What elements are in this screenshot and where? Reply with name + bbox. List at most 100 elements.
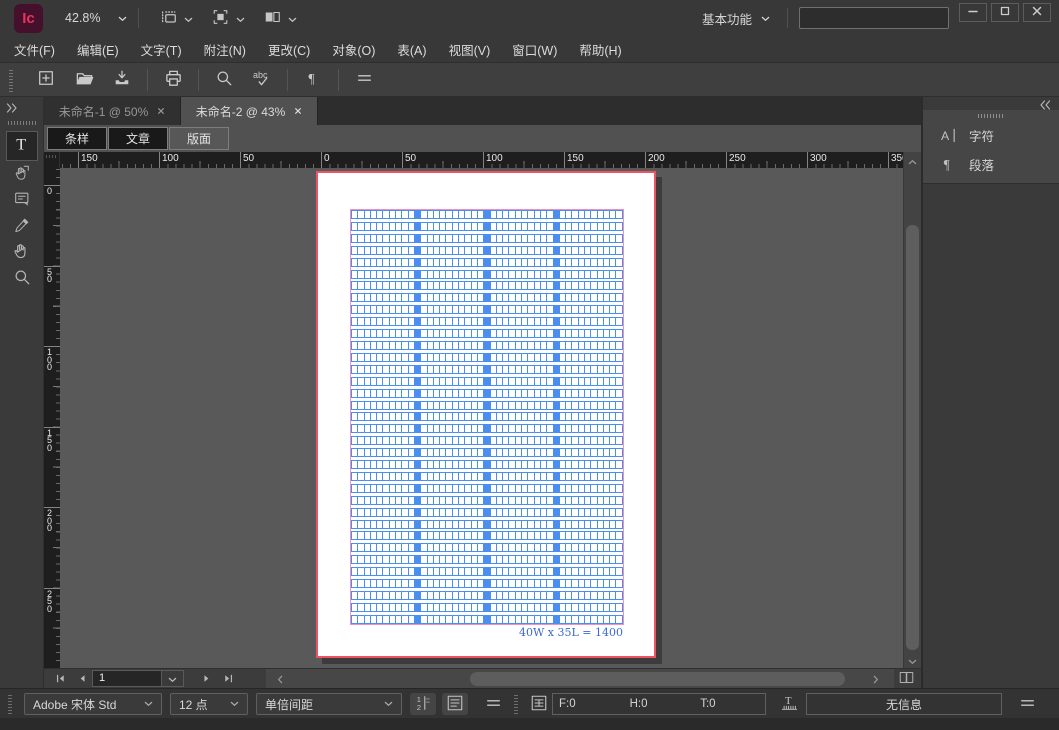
grid-cell <box>572 211 577 218</box>
eyedropper-tool[interactable] <box>6 213 38 239</box>
grid-cell <box>616 556 621 563</box>
vertical-scrollbar[interactable] <box>903 168 921 668</box>
minimize-button[interactable] <box>959 3 987 22</box>
menu-item[interactable]: 文字(T) <box>130 40 193 59</box>
line-spacing-select[interactable]: 单倍间距 <box>256 693 402 715</box>
toolbar-drag-handle[interactable] <box>9 68 13 92</box>
grid-cell <box>610 509 615 516</box>
manuscript-grid-frame[interactable] <box>351 210 623 624</box>
close-tab-icon[interactable] <box>294 107 302 115</box>
grid-cell <box>383 485 388 492</box>
tools-panel-drag-handle[interactable] <box>8 121 36 125</box>
statusbar-menu-button[interactable] <box>1016 694 1038 714</box>
collapse-panels-button[interactable] <box>1039 98 1051 113</box>
hand-tool[interactable] <box>6 239 38 265</box>
first-page-button[interactable] <box>52 671 68 687</box>
scroll-up-button[interactable] <box>903 152 921 168</box>
save-button[interactable] <box>109 67 135 93</box>
menu-item[interactable]: 帮助(H) <box>568 40 632 59</box>
pilcrow-button[interactable]: ¶ <box>300 67 326 93</box>
grid-group-separator <box>415 211 420 218</box>
document-tab[interactable]: 未命名-2 @ 43% <box>181 97 318 125</box>
note-tool[interactable] <box>6 187 38 213</box>
last-page-button[interactable] <box>220 671 236 687</box>
grid-cell <box>572 294 577 301</box>
statusbar-drag-handle[interactable] <box>514 694 518 714</box>
tools-panel-expand-button[interactable] <box>0 97 18 116</box>
zoom-level-dropdown[interactable]: 42.8% <box>65 11 127 25</box>
type-tool[interactable]: T <box>6 131 38 161</box>
open-folder-button[interactable] <box>71 67 97 93</box>
panel-item-段落[interactable]: ¶段落 <box>923 150 1059 179</box>
search-button[interactable] <box>211 67 237 93</box>
workspace-switcher[interactable]: 基本功能 <box>696 8 776 29</box>
menu-item[interactable]: 窗口(W) <box>501 40 568 59</box>
spread-view-button[interactable] <box>895 670 917 688</box>
close-tab-icon[interactable] <box>157 107 165 115</box>
document-tab[interactable]: 未命名-1 @ 50% <box>44 97 181 125</box>
horizontal-scrollbar-thumb[interactable] <box>470 672 845 686</box>
menu-item[interactable]: 编辑(E) <box>66 40 130 59</box>
text-frame-button[interactable] <box>442 693 468 715</box>
view-tab[interactable]: 文章 <box>108 127 168 150</box>
menu-item[interactable]: 表(A) <box>386 40 437 59</box>
grid-cell <box>491 366 496 373</box>
menu-item[interactable]: 更改(C) <box>257 40 321 59</box>
position-tool[interactable] <box>6 161 38 187</box>
search-input[interactable] <box>799 7 949 29</box>
grid-cell <box>541 354 546 361</box>
story-editor-dropdown[interactable] <box>150 8 202 29</box>
menu-item[interactable]: 文件(F) <box>3 40 66 59</box>
grid-cell <box>440 354 445 361</box>
vertical-scrollbar-thumb[interactable] <box>906 225 919 650</box>
scroll-left-button[interactable] <box>272 671 288 687</box>
scroll-right-button[interactable] <box>868 671 884 687</box>
grid-cell <box>591 211 596 218</box>
maximize-button[interactable] <box>991 3 1019 22</box>
panel-menu-button[interactable] <box>351 67 377 93</box>
statusbar-drag-handle[interactable] <box>8 694 12 714</box>
grid-cell <box>428 521 433 528</box>
menu-item[interactable]: 对象(O) <box>321 40 386 59</box>
horizontal-scrollbar[interactable] <box>266 669 894 689</box>
page-number-dropdown[interactable] <box>161 671 183 686</box>
grid-cell <box>541 616 546 623</box>
close-button[interactable] <box>1023 3 1051 22</box>
view-tab[interactable]: 版面 <box>169 127 229 150</box>
font-size-select[interactable]: 12 点 <box>170 693 248 715</box>
grid-cell <box>579 509 584 516</box>
new-doc-button[interactable] <box>33 67 59 93</box>
menu-item[interactable]: 附注(N) <box>193 40 257 59</box>
zoom-tool[interactable] <box>6 265 38 291</box>
statusbar-menu-button[interactable] <box>482 694 504 714</box>
grid-cell <box>528 425 533 432</box>
frame-mode-dropdown[interactable] <box>202 8 254 29</box>
view-tab[interactable]: 条样 <box>47 127 107 150</box>
grid-cell <box>358 437 363 444</box>
next-page-button[interactable] <box>198 671 214 687</box>
grid-cell <box>390 449 395 456</box>
page-number-field[interactable]: 1 <box>92 670 184 687</box>
grid-cell <box>396 509 401 516</box>
line-numbers-button[interactable]: 12 <box>410 693 436 715</box>
grid-cell <box>390 437 395 444</box>
grid-cell <box>604 449 609 456</box>
grid-line <box>351 603 623 612</box>
grid-cell <box>616 402 621 409</box>
grid-cell <box>566 461 571 468</box>
previous-page-button[interactable] <box>74 671 90 687</box>
panel-group-drag-handle[interactable] <box>978 114 1004 118</box>
grid-cell <box>509 580 514 587</box>
screen-mode-dropdown[interactable] <box>254 8 306 29</box>
toolbar-separator <box>147 69 148 91</box>
print-button[interactable] <box>160 67 186 93</box>
grid-cell <box>383 271 388 278</box>
spellcheck-button[interactable]: abc <box>249 67 275 93</box>
grid-cell <box>528 259 533 266</box>
font-family-select[interactable]: Adobe 宋体 Std <box>24 693 162 715</box>
grid-cell <box>497 378 502 385</box>
scroll-down-button[interactable] <box>904 652 921 668</box>
menu-item[interactable]: 视图(V) <box>438 40 502 59</box>
grid-cell <box>572 354 577 361</box>
panel-item-字符[interactable]: A字符 <box>923 121 1059 150</box>
